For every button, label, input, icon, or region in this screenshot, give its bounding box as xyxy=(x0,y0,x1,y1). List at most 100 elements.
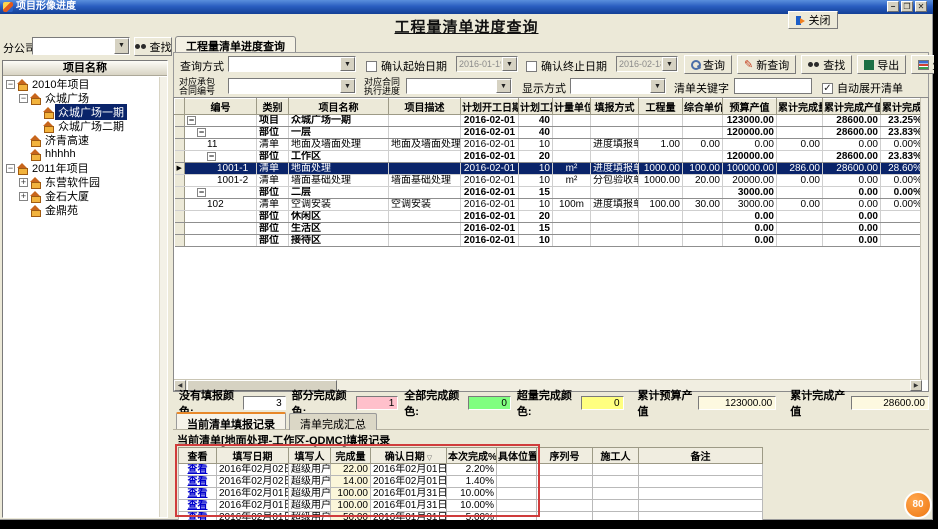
grid-header-cell[interactable]: 预算产值 xyxy=(723,99,777,115)
grid-header-cell[interactable]: 综合单价 xyxy=(683,99,723,115)
report-header-cell[interactable]: 填写日期 xyxy=(217,448,289,464)
report-row[interactable]: 查看2016年02月01日超级用户100.002016年01月31日10.00% xyxy=(179,488,763,500)
tree-item[interactable]: −2011年项目 xyxy=(3,161,167,175)
grid-header-cell[interactable]: 计划开工日期 xyxy=(461,99,519,115)
tree-item[interactable]: 众城广场一期 xyxy=(3,105,167,119)
toolbar-button-pencil[interactable]: 新查询 xyxy=(737,55,796,74)
tab-progress-query[interactable]: 工程量清单进度查询 xyxy=(175,36,296,52)
report-header-cell[interactable]: 确认日期▽ xyxy=(371,448,447,464)
collapse-icon[interactable]: − xyxy=(19,94,28,103)
display-mode-combo[interactable]: ▼ xyxy=(570,78,666,94)
grid-row[interactable]: 1001-2清单墙面基础处理墙面基础处理2016-02-0110m²分包验收单1… xyxy=(175,175,925,187)
tab-current-records[interactable]: 当前清单填报记录 xyxy=(176,412,286,429)
collapse-icon[interactable]: − xyxy=(6,80,15,89)
grid-vscrollbar[interactable] xyxy=(920,98,928,380)
view-link[interactable]: 查看 xyxy=(188,500,208,511)
grid-row[interactable]: 部位接待区2016-02-01100.000.00 xyxy=(175,235,925,247)
grid-row[interactable]: −项目众城广场一期2016-02-0140123000.0028600.0023… xyxy=(175,115,925,127)
view-link[interactable]: 查看 xyxy=(188,476,208,487)
report-cell xyxy=(497,476,537,488)
toolbar-button-label: 导出 xyxy=(877,57,899,73)
tree-item[interactable]: +东营软件园 xyxy=(3,175,167,189)
grid-row[interactable]: 102清单空调安装空调安装2016-02-0110100m进度填报单100.00… xyxy=(175,199,925,211)
notification-badge[interactable]: 80 xyxy=(904,491,932,519)
toolbar-button-excel[interactable]: 导出 xyxy=(857,55,906,74)
grid-header-cell[interactable]: 项目名称 xyxy=(289,99,389,115)
report-row[interactable]: 查看2016年02月02日超级用户22.002016年02月01日2.20% xyxy=(179,464,763,476)
toolbar-button-binoculars[interactable]: 查找 xyxy=(801,55,852,74)
app-window: 项目形像进度 −❐✕ 关闭 工程量清单进度查询 分公司 ▼ 查找 项 xyxy=(0,0,933,520)
chevron-down-icon[interactable]: ▼ xyxy=(114,38,129,54)
find-button-left[interactable]: 查找 xyxy=(134,37,172,56)
close-icon[interactable]: ✕ xyxy=(915,1,927,12)
report-header-cell[interactable]: 具体位置 xyxy=(497,448,537,464)
chevron-down-icon[interactable]: ▼ xyxy=(340,57,355,71)
tab-summary[interactable]: 清单完成汇总 xyxy=(289,413,377,430)
grid-header-cell[interactable]: 计划工期 xyxy=(519,99,553,115)
grid-header-cell[interactable]: 类别 xyxy=(257,99,289,115)
contract-progress-combo[interactable]: ▼ xyxy=(406,78,512,94)
tree-item[interactable]: −众城广场 xyxy=(3,91,167,105)
grid-header-cell[interactable]: 计量单位 xyxy=(553,99,591,115)
grid-cell-price xyxy=(683,187,723,199)
confirm-start-checkbox[interactable] xyxy=(366,61,377,72)
report-row[interactable]: 查看2016年02月02日超级用户14.002016年02月01日1.40% xyxy=(179,476,763,488)
report-header-cell[interactable]: 本次完成% xyxy=(447,448,497,464)
grid-header-cell[interactable]: 累计完成量 xyxy=(777,99,823,115)
report-row[interactable]: 查看2016年02月01日超级用户100.002016年01月31日10.00% xyxy=(179,500,763,512)
expand-icon[interactable]: + xyxy=(19,192,28,201)
grid-row[interactable]: −部位工作区2016-02-0120120000.0028600.0023.83… xyxy=(175,151,925,163)
view-link[interactable]: 查看 xyxy=(188,464,208,475)
chevron-down-icon[interactable]: ▼ xyxy=(650,79,665,93)
confirm-start-date[interactable]: 2016-01-19 ▼ xyxy=(456,56,518,72)
confirm-end-date[interactable]: 2016-02-18 ▼ xyxy=(616,56,678,72)
tree-item[interactable]: +金石大厦 xyxy=(3,189,167,203)
auto-expand-checkbox[interactable]: ✓ xyxy=(822,83,833,94)
report-header-cell[interactable]: 备注 xyxy=(639,448,763,464)
confirm-end-checkbox[interactable] xyxy=(526,61,537,72)
collapse-icon[interactable]: − xyxy=(6,164,15,173)
minimize-icon[interactable]: − xyxy=(887,1,899,12)
toolbar-button-magnifier[interactable]: 查询 xyxy=(684,55,732,74)
grid-header-cell[interactable]: 工程量 xyxy=(639,99,683,115)
tree-item[interactable]: −2010年项目 xyxy=(3,77,167,91)
report-header-cell[interactable]: 序列号 xyxy=(537,448,593,464)
tree-item[interactable]: hhhhh xyxy=(3,147,167,161)
grid-header-cell[interactable]: 累计完成% xyxy=(881,99,925,115)
query-mode-combo[interactable]: ▼ xyxy=(228,56,356,72)
grid-header-cell[interactable]: 累计完成产值 xyxy=(823,99,881,115)
collapse-icon[interactable]: − xyxy=(197,128,206,137)
tree-scrollbar[interactable] xyxy=(159,77,167,517)
chevron-down-icon[interactable]: ▼ xyxy=(496,79,511,93)
grid-cell-name: 地面处理 xyxy=(289,163,389,175)
tree-item[interactable]: 众城广场二期 xyxy=(3,119,167,133)
tree-item[interactable]: 金鼎苑 xyxy=(3,203,167,217)
view-link[interactable]: 查看 xyxy=(188,488,208,499)
collapse-icon[interactable]: − xyxy=(197,188,206,197)
expand-icon[interactable]: + xyxy=(19,178,28,187)
restore-icon[interactable]: ❐ xyxy=(901,1,913,12)
report-cell xyxy=(497,500,537,512)
grid-row[interactable]: −部位一层2016-02-0140120000.0028600.0023.83% xyxy=(175,127,925,139)
grid-row[interactable]: 部位生活区2016-02-01150.000.00 xyxy=(175,223,925,235)
grid-header-cell[interactable]: 项目描述 xyxy=(389,99,461,115)
report-header-cell[interactable]: 查看 xyxy=(179,448,217,464)
collapse-icon[interactable]: − xyxy=(207,152,216,161)
report-cell: 超级用户 xyxy=(289,476,331,488)
company-combo[interactable]: ▼ xyxy=(32,37,130,55)
grid-row[interactable]: 部位休闲区2016-02-01200.000.00 xyxy=(175,211,925,223)
grid-row[interactable]: 11清单地面及墙面处理地面及墙面处理2016-02-0110进度填报单1.000… xyxy=(175,139,925,151)
chevron-down-icon[interactable]: ▼ xyxy=(340,79,355,93)
tree-item[interactable]: 济青高速 xyxy=(3,133,167,147)
report-header-cell[interactable]: 填写人 xyxy=(289,448,331,464)
report-header-cell[interactable]: 施工人 xyxy=(593,448,639,464)
grid-row[interactable]: ▶1001-1清单地面处理2016-02-0110m²进度填报单1000.001… xyxy=(175,163,925,175)
keyword-input[interactable] xyxy=(734,78,812,94)
grid-header-cell[interactable]: 填报方式 xyxy=(591,99,639,115)
contract-no-combo[interactable]: ▼ xyxy=(228,78,356,94)
grid-header-cell[interactable]: 编号 xyxy=(185,99,257,115)
collapse-icon[interactable]: − xyxy=(187,116,196,125)
grid-cell-unit xyxy=(553,115,591,127)
report-header-cell[interactable]: 完成量 xyxy=(331,448,371,464)
grid-row[interactable]: −部位二层2016-02-01153000.000.000.00% xyxy=(175,187,925,199)
